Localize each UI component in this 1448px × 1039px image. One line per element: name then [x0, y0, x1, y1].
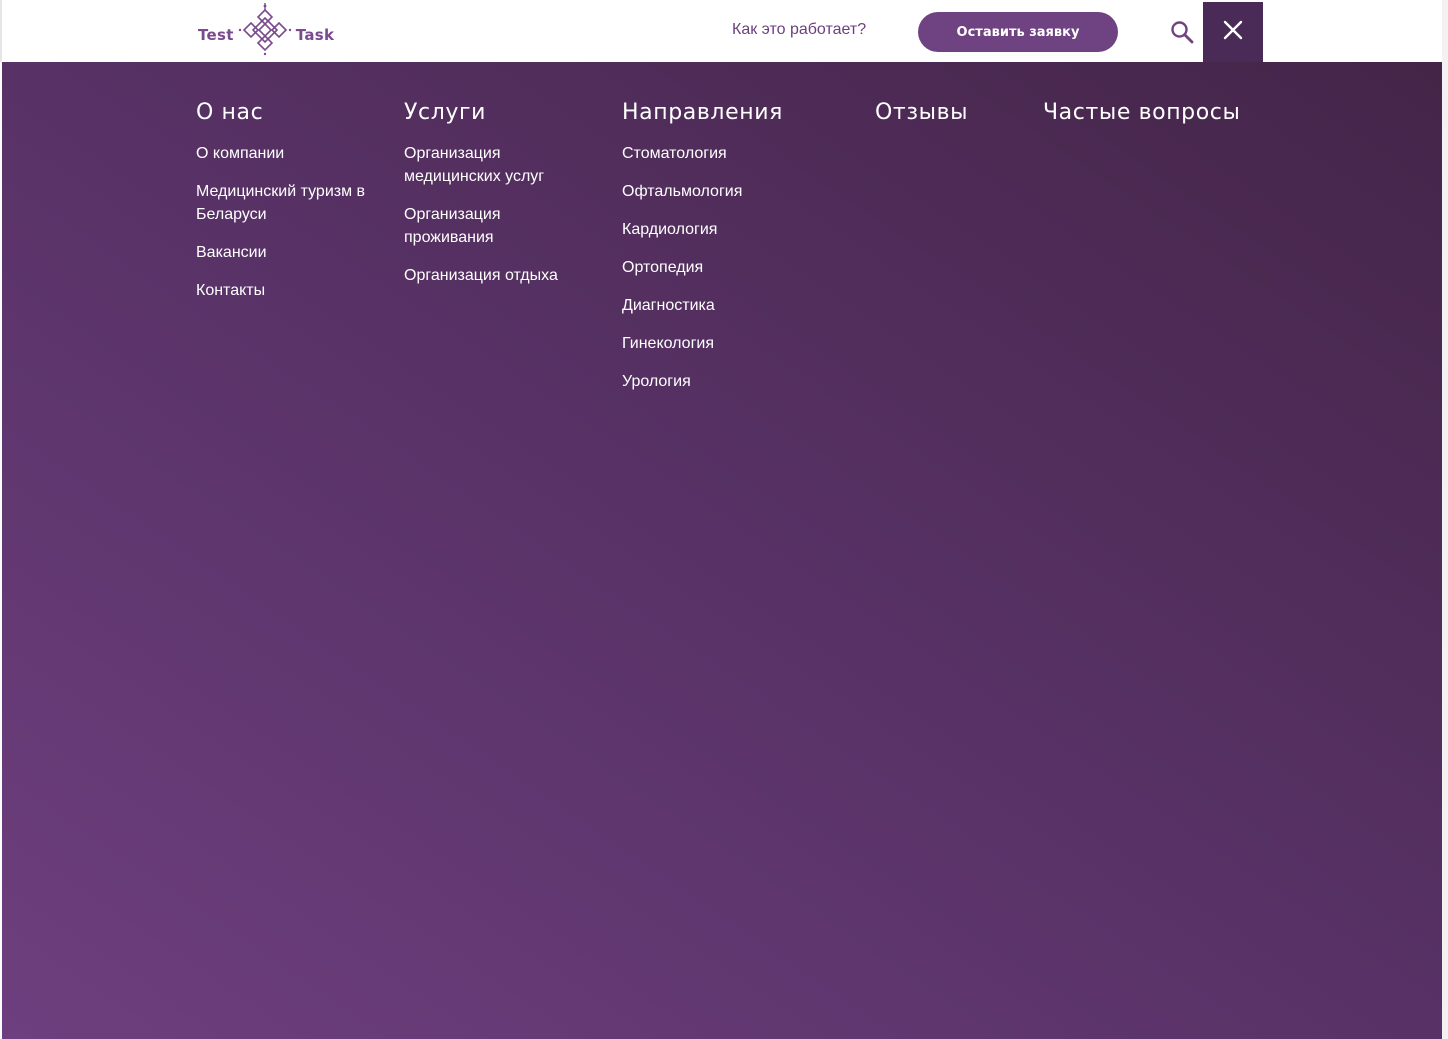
menu-item-cardiology[interactable]: Кардиология [622, 218, 822, 241]
menu-item-urology[interactable]: Урология [622, 370, 822, 393]
menu-heading-services[interactable]: Услуги [404, 98, 579, 128]
search-icon[interactable] [1168, 18, 1196, 46]
menu-heading-faq[interactable]: Частые вопросы [1043, 98, 1273, 128]
menu-item-vacancies[interactable]: Вакансии [196, 241, 376, 264]
menu-item-medical-tourism[interactable]: Медицинский туризм в Беларуси [196, 180, 376, 226]
menu-item-accommodation[interactable]: Организация проживания [404, 203, 579, 249]
menu-item-orthopedics[interactable]: Ортопедия [622, 256, 822, 279]
diamond-ornament-logo-icon [237, 2, 293, 60]
logo-right-text: Task [295, 26, 335, 44]
logo[interactable]: Test Task [198, 2, 335, 60]
menu-item-medical-services[interactable]: Организация медицинских услуг [404, 142, 579, 188]
menu-column-about: О нас О компании Медицинский туризм в Бе… [196, 98, 376, 317]
menu-column-directions: Направления Стоматология Офтальмология К… [622, 98, 822, 408]
menu-column-services: Услуги Организация медицинских услуг Орг… [404, 98, 579, 302]
page: Test Task Как это работает? Оставить зая… [0, 0, 1448, 1039]
menu-item-diagnostics[interactable]: Диагностика [622, 294, 822, 317]
close-menu-button[interactable] [1203, 2, 1263, 62]
menu-item-ophthalmology[interactable]: Офтальмология [622, 180, 822, 203]
menu-item-dentistry[interactable]: Стоматология [622, 142, 822, 165]
menu-column-reviews: Отзывы [875, 98, 1015, 142]
close-icon [1223, 20, 1243, 44]
submit-request-button[interactable]: Оставить заявку [918, 12, 1118, 52]
menu-item-leisure[interactable]: Организация отдыха [404, 264, 579, 287]
menu-item-about-company[interactable]: О компании [196, 142, 376, 165]
menu-heading-directions[interactable]: Направления [622, 98, 822, 128]
site-header: Test Task Как это работает? Оставить зая… [0, 0, 1442, 62]
how-it-works-link[interactable]: Как это работает? [732, 21, 866, 39]
menu-item-gynecology[interactable]: Гинекология [622, 332, 822, 355]
page-scrollbar-gutter [1442, 0, 1448, 1039]
menu-heading-about[interactable]: О нас [196, 98, 376, 128]
logo-left-text: Test [198, 26, 234, 44]
menu-item-contacts[interactable]: Контакты [196, 279, 376, 302]
menu-heading-reviews[interactable]: Отзывы [875, 98, 1015, 128]
menu-column-faq: Частые вопросы [1043, 98, 1273, 142]
